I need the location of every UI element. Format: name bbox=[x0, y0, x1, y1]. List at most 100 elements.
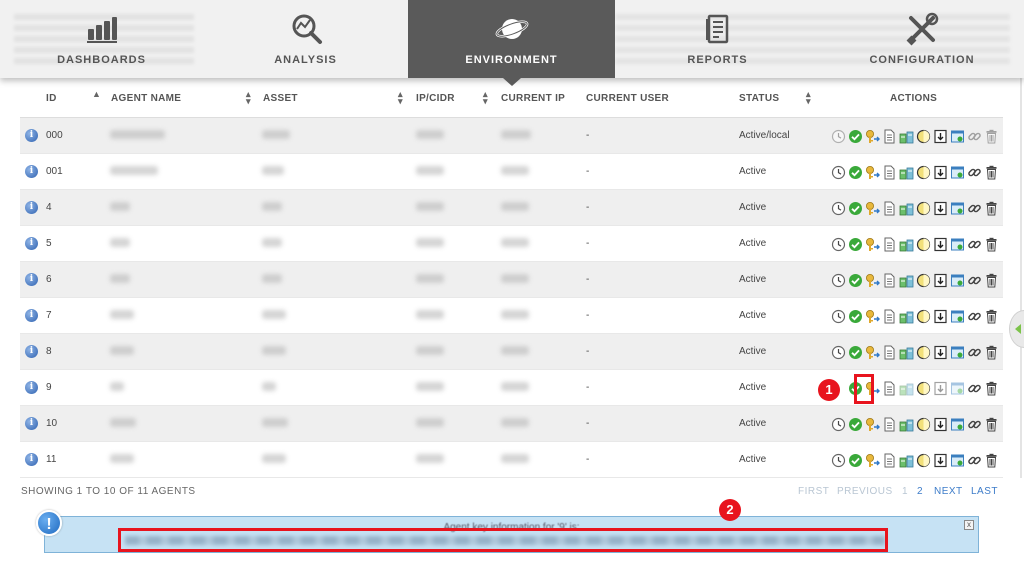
check-status-icon[interactable] bbox=[848, 309, 863, 324]
half-moon-icon[interactable] bbox=[916, 381, 931, 396]
download-icon[interactable] bbox=[933, 345, 948, 360]
servers-icon[interactable] bbox=[899, 453, 914, 468]
link-icon[interactable] bbox=[967, 309, 982, 324]
trash-icon[interactable] bbox=[984, 309, 999, 324]
history-clock-icon[interactable] bbox=[831, 273, 846, 288]
info-icon[interactable]: i bbox=[25, 381, 38, 394]
agent-key-icon[interactable] bbox=[865, 273, 880, 288]
history-clock-icon[interactable] bbox=[831, 201, 846, 216]
document-icon[interactable] bbox=[882, 453, 897, 468]
table-row[interactable]: i 6 - Active bbox=[20, 262, 1003, 298]
history-clock-icon[interactable] bbox=[831, 309, 846, 324]
servers-icon[interactable] bbox=[899, 129, 914, 144]
history-clock-icon[interactable] bbox=[831, 453, 846, 468]
info-icon[interactable]: i bbox=[25, 417, 38, 430]
info-icon[interactable]: i bbox=[25, 453, 38, 466]
download-icon[interactable] bbox=[933, 309, 948, 324]
agent-key-icon[interactable] bbox=[865, 453, 880, 468]
table-row[interactable]: i 11 - Active bbox=[20, 442, 1003, 478]
header-status[interactable]: STATUS bbox=[739, 93, 779, 104]
info-icon[interactable]: i bbox=[25, 165, 38, 178]
sort-icon[interactable]: ▴ ▾ bbox=[246, 90, 251, 106]
agent-key-icon[interactable] bbox=[865, 165, 880, 180]
history-clock-icon[interactable] bbox=[831, 237, 846, 252]
half-moon-icon[interactable] bbox=[916, 129, 931, 144]
agent-key-icon[interactable] bbox=[865, 345, 880, 360]
info-icon[interactable]: i bbox=[25, 129, 38, 142]
info-icon[interactable]: i bbox=[25, 309, 38, 322]
window-icon[interactable] bbox=[950, 345, 965, 360]
half-moon-icon[interactable] bbox=[916, 309, 931, 324]
agent-key-icon[interactable] bbox=[865, 237, 880, 252]
info-icon[interactable]: i bbox=[25, 237, 38, 250]
window-icon[interactable] bbox=[950, 273, 965, 288]
document-icon[interactable] bbox=[882, 165, 897, 180]
trash-icon[interactable] bbox=[984, 165, 999, 180]
sort-asc-icon[interactable]: ▲ bbox=[92, 90, 101, 99]
link-icon[interactable] bbox=[967, 381, 982, 396]
check-status-icon[interactable] bbox=[848, 165, 863, 180]
tab-environment[interactable]: ENVIRONMENT bbox=[408, 0, 615, 86]
link-icon[interactable] bbox=[967, 237, 982, 252]
tab-analysis[interactable]: ANALYSIS bbox=[203, 0, 408, 78]
link-icon[interactable] bbox=[967, 345, 982, 360]
agent-key-icon[interactable] bbox=[865, 309, 880, 324]
trash-icon[interactable] bbox=[984, 417, 999, 432]
history-clock-icon[interactable] bbox=[831, 129, 846, 144]
half-moon-icon[interactable] bbox=[916, 345, 931, 360]
download-icon[interactable] bbox=[933, 381, 948, 396]
servers-icon[interactable] bbox=[899, 237, 914, 252]
window-icon[interactable] bbox=[950, 309, 965, 324]
servers-icon[interactable] bbox=[899, 345, 914, 360]
check-status-icon[interactable] bbox=[848, 201, 863, 216]
window-icon[interactable] bbox=[950, 381, 965, 396]
trash-icon[interactable] bbox=[984, 201, 999, 216]
header-agent-name[interactable]: AGENT NAME bbox=[111, 93, 181, 104]
table-row[interactable]: i 000 - Active/local bbox=[20, 118, 1003, 154]
table-row[interactable]: i 7 - Active bbox=[20, 298, 1003, 334]
agent-key-icon[interactable] bbox=[865, 129, 880, 144]
header-asset[interactable]: ASSET bbox=[263, 93, 298, 104]
document-icon[interactable] bbox=[882, 237, 897, 252]
table-row[interactable]: i 10 - Active bbox=[20, 406, 1003, 442]
servers-icon[interactable] bbox=[899, 381, 914, 396]
agent-key-icon[interactable] bbox=[865, 201, 880, 216]
window-icon[interactable] bbox=[950, 129, 965, 144]
half-moon-icon[interactable] bbox=[916, 165, 931, 180]
header-id[interactable]: ID bbox=[46, 93, 57, 104]
trash-icon[interactable] bbox=[984, 237, 999, 252]
history-clock-icon[interactable] bbox=[831, 165, 846, 180]
pager-next[interactable]: NEXT bbox=[934, 486, 963, 497]
check-status-icon[interactable] bbox=[848, 345, 863, 360]
info-icon[interactable]: i bbox=[25, 345, 38, 358]
window-icon[interactable] bbox=[950, 165, 965, 180]
history-clock-icon[interactable] bbox=[831, 417, 846, 432]
download-icon[interactable] bbox=[933, 129, 948, 144]
agent-key-icon[interactable] bbox=[865, 417, 880, 432]
download-icon[interactable] bbox=[933, 273, 948, 288]
download-icon[interactable] bbox=[933, 165, 948, 180]
tab-reports[interactable]: REPORTS bbox=[615, 0, 820, 78]
link-icon[interactable] bbox=[967, 129, 982, 144]
servers-icon[interactable] bbox=[899, 273, 914, 288]
servers-icon[interactable] bbox=[899, 165, 914, 180]
trash-icon[interactable] bbox=[984, 345, 999, 360]
half-moon-icon[interactable] bbox=[916, 273, 931, 288]
close-icon[interactable]: x bbox=[964, 520, 974, 530]
half-moon-icon[interactable] bbox=[916, 237, 931, 252]
header-ip-cidr[interactable]: IP/CIDR bbox=[416, 93, 455, 104]
check-status-icon[interactable] bbox=[848, 237, 863, 252]
link-icon[interactable] bbox=[967, 273, 982, 288]
sort-icon[interactable]: ▴ ▾ bbox=[398, 90, 403, 106]
trash-icon[interactable] bbox=[984, 381, 999, 396]
servers-icon[interactable] bbox=[899, 417, 914, 432]
link-icon[interactable] bbox=[967, 417, 982, 432]
pager-page-2[interactable]: 2 bbox=[917, 486, 923, 497]
scroll-track[interactable] bbox=[1020, 78, 1022, 478]
document-icon[interactable] bbox=[882, 417, 897, 432]
window-icon[interactable] bbox=[950, 237, 965, 252]
check-status-icon[interactable] bbox=[848, 417, 863, 432]
history-clock-icon[interactable] bbox=[831, 345, 846, 360]
window-icon[interactable] bbox=[950, 417, 965, 432]
document-icon[interactable] bbox=[882, 273, 897, 288]
